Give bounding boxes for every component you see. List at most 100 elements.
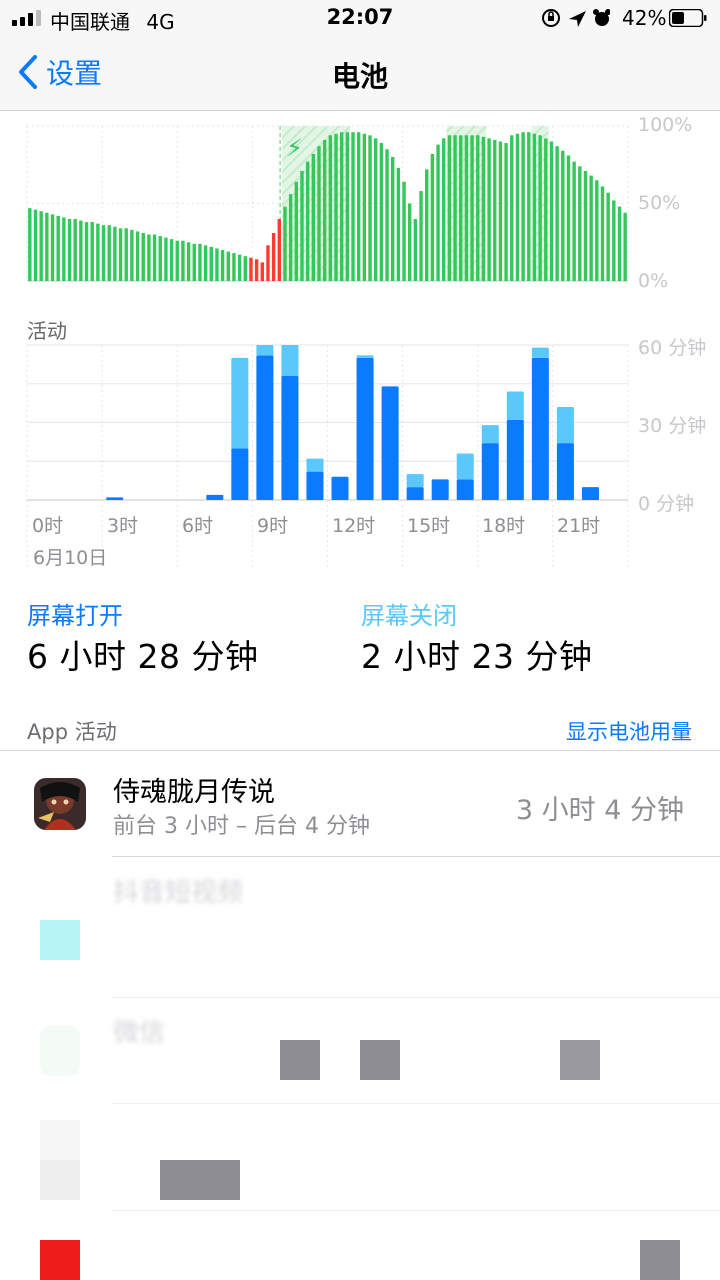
battery-level-bar — [164, 237, 168, 281]
battery-level-bar — [527, 132, 531, 281]
battery-level-bar — [67, 219, 72, 281]
battery-level-bar — [515, 133, 520, 281]
battery-level-bar — [288, 194, 293, 281]
battery-level-bar — [385, 149, 389, 281]
battery-level-bar — [413, 219, 418, 281]
battery-level-bar — [481, 136, 486, 281]
screen-off-bar — [556, 407, 574, 444]
battery-level-bar — [408, 203, 412, 281]
battery-level-bar — [84, 222, 89, 281]
battery-level-bar — [351, 132, 355, 281]
battery-level-bar — [600, 186, 605, 281]
redaction-block — [160, 1160, 240, 1200]
battery-level-bar — [589, 175, 593, 281]
battery-level-bar — [373, 138, 378, 281]
obscured-app-icon — [40, 1026, 80, 1076]
battery-level-bar — [379, 143, 384, 281]
screen-on-value: 6 小时 28 分钟 — [27, 637, 259, 676]
battery-level-bar — [294, 181, 299, 281]
battery-level-bar — [305, 161, 310, 281]
app-usage-detail: 前台 3 小时 – 后台 4 分钟 — [113, 814, 370, 839]
redaction-block — [560, 1040, 600, 1080]
faded-app-name: 抖音短视频 — [113, 878, 244, 908]
obscured-app-icon — [40, 1160, 80, 1200]
battery-level-bar — [334, 133, 338, 281]
battery-level-bar — [555, 146, 559, 281]
battery-level-bar — [510, 135, 514, 281]
screen-on-bar — [206, 494, 224, 500]
battery-level-bar — [28, 208, 32, 281]
row-divider — [112, 1210, 720, 1211]
battery-level-bar — [453, 135, 457, 281]
battery-level-bar — [317, 146, 321, 281]
screen-on-bar — [106, 497, 124, 500]
battery-level-bar — [459, 135, 463, 281]
battery-level-bar — [368, 135, 372, 281]
row-divider — [112, 1103, 720, 1104]
battery-level-bar — [362, 133, 367, 281]
battery-level-bar — [493, 139, 497, 281]
activity-y-label-0: 0 分钟 — [638, 493, 695, 515]
battery-level-bar — [442, 138, 446, 281]
battery-level-bar — [101, 225, 106, 281]
x-tick-label: 12时 — [332, 515, 376, 537]
charging-bolt-icon: ⚡ — [286, 134, 303, 162]
battery-level-bar — [572, 161, 576, 281]
battery-level-bar — [498, 141, 503, 281]
battery-level-bar — [391, 157, 395, 281]
redaction-block — [640, 1240, 680, 1280]
show-battery-usage-button[interactable]: 显示电池用量 — [566, 716, 692, 746]
obscured-app-icon — [40, 1240, 80, 1280]
activity-y-label-30: 30 分钟 — [638, 415, 707, 437]
battery-level-bar — [175, 240, 179, 281]
faded-app-name: 微信 — [113, 1018, 166, 1048]
screen-off-bar — [456, 453, 474, 480]
battery-level-bar — [124, 228, 128, 281]
battery-level-bar — [436, 144, 440, 281]
app-name: 侍魂胧月传说 — [113, 777, 275, 808]
x-tick-label: 21时 — [557, 515, 601, 537]
battery-level-bar — [521, 132, 525, 281]
x-tick-label: 3时 — [107, 515, 139, 537]
battery-y-label-0: 0% — [638, 270, 669, 292]
battery-level-bar — [90, 222, 94, 281]
battery-level-bar — [135, 231, 140, 281]
screen-on-bar — [431, 479, 449, 500]
battery-level-bar — [50, 214, 55, 281]
battery-level-bar — [237, 254, 242, 281]
battery-level-bar — [45, 212, 49, 281]
battery-level-bar — [203, 245, 208, 281]
screen-off-bar — [506, 391, 524, 420]
battery-level-bar — [447, 135, 452, 281]
battery-level-bar — [260, 262, 264, 281]
screen-on-bar — [281, 376, 299, 500]
obscured-app-icon — [40, 920, 80, 960]
screen-off-bar — [231, 357, 249, 449]
battery-level-bar — [617, 206, 622, 281]
battery-level-bar — [226, 251, 230, 281]
screen-off-bar — [256, 345, 274, 356]
battery-level-bar — [311, 153, 316, 281]
battery-level-bar — [186, 242, 191, 281]
battery-level-bar — [561, 150, 565, 281]
battery-level-bar — [328, 135, 333, 281]
app-usage-total: 3 小时 4 分钟 — [515, 795, 684, 826]
battery-level-bar — [39, 211, 43, 281]
activity-y-label-60: 60 分钟 — [638, 337, 707, 359]
battery-level-bar — [566, 155, 571, 281]
battery-level-bar — [107, 225, 111, 281]
battery-level-bar — [118, 228, 123, 281]
battery-level-bar — [476, 135, 480, 281]
battery-level-bar — [209, 246, 213, 281]
x-tick-label: 18时 — [482, 515, 526, 537]
battery-level-bar — [504, 143, 508, 281]
screen-on-label: 屏幕打开 — [27, 602, 123, 630]
battery-level-bar — [73, 219, 77, 281]
battery-level-bar — [220, 250, 225, 281]
battery-level-bar — [198, 243, 202, 281]
battery-level-bar — [152, 234, 157, 281]
battery-level-bar — [232, 253, 236, 281]
app-row[interactable]: 侍魂胧月传说 前台 3 小时 – 后台 4 分钟 3 小时 4 分钟 — [0, 752, 720, 856]
screen-on-bar — [506, 419, 524, 500]
screen-on-bar — [331, 476, 349, 500]
